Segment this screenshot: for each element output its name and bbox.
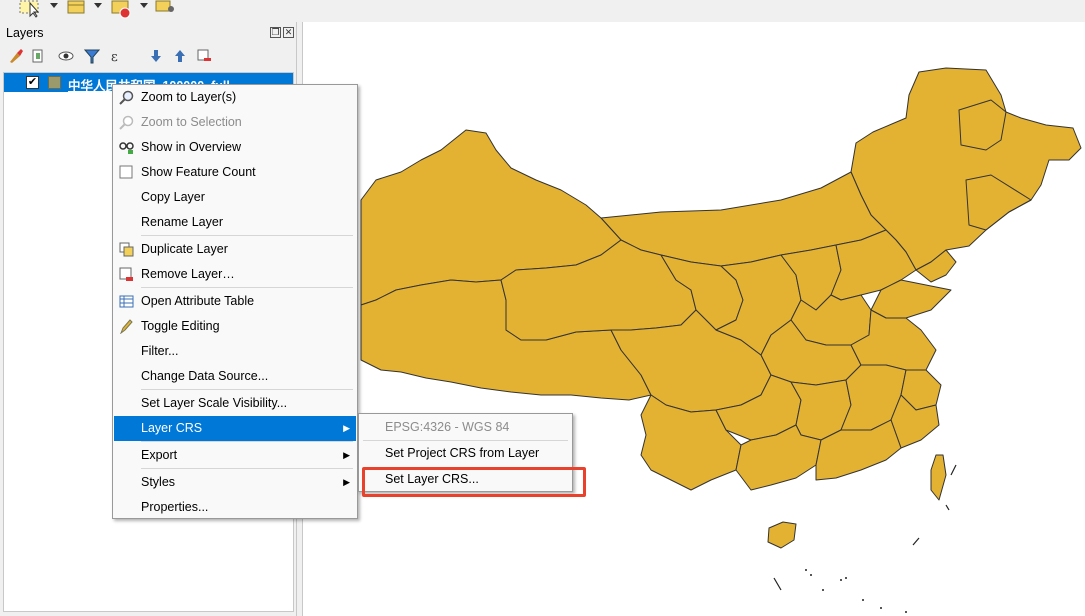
menu-separator	[141, 468, 353, 469]
menu-item-change-data-source[interactable]: Change Data Source...	[114, 364, 356, 389]
remove-icon	[119, 267, 133, 281]
menu-item-toggle-editing[interactable]: Toggle Editing	[114, 314, 356, 339]
menu-separator	[141, 287, 353, 288]
menu-separator	[141, 389, 353, 390]
chevron-right-icon: ▶	[343, 477, 350, 487]
menu-item-properties[interactable]: Properties...	[114, 495, 356, 520]
island-mark	[773, 577, 782, 591]
attribute-table-icon[interactable]	[66, 0, 88, 16]
menu-item-label: EPSG:4326 - WGS 84	[385, 420, 510, 434]
menu-item-label: Rename Layer	[141, 215, 223, 229]
menu-item-export[interactable]: Export ▶	[114, 443, 356, 468]
submenu-item-set-project-crs-from-layer[interactable]: Set Project CRS from Layer	[360, 441, 571, 466]
menu-item-label: Show Feature Count	[141, 165, 256, 179]
menu-item-label: Change Data Source...	[141, 369, 269, 383]
menu-item-label: Properties...	[141, 500, 209, 514]
pencil-icon	[120, 319, 133, 334]
menu-item-label: Copy Layer	[141, 190, 205, 204]
label-pin-icon[interactable]	[154, 0, 178, 18]
menu-item-label: Set Layer Scale Visibility...	[141, 396, 288, 410]
menu-item-rename-layer[interactable]: Rename Layer	[114, 210, 356, 235]
table-icon	[119, 295, 134, 308]
hainan	[767, 521, 797, 549]
menu-item-label: Zoom to Layer(s)	[141, 90, 237, 104]
menu-item-label: Zoom to Selection	[141, 115, 242, 129]
menu-item-label: Set Project CRS from Layer	[385, 446, 540, 460]
menu-item-show-in-overview[interactable]: Show in Overview	[114, 135, 356, 160]
south-sea-islands	[805, 569, 907, 613]
chevron-down-icon[interactable]	[50, 3, 58, 8]
menu-item-set-layer-scale-visibility[interactable]: Set Layer Scale Visibility...	[114, 391, 356, 416]
menu-separator	[141, 441, 353, 442]
menu-separator	[141, 235, 353, 236]
expand-all-icon[interactable]	[148, 48, 164, 64]
visibility-icon[interactable]	[58, 48, 74, 64]
float-panel-icon[interactable]: ❐	[270, 27, 281, 38]
layer-visibility-checkbox[interactable]: ✔	[26, 76, 39, 89]
annotation-highlight-box	[362, 467, 586, 497]
filter-legend-icon[interactable]	[84, 48, 100, 64]
style-manager-icon[interactable]	[8, 48, 24, 64]
taiwan	[930, 454, 947, 501]
island-mark	[950, 464, 957, 476]
submenu-item-current-crs: EPSG:4326 - WGS 84	[360, 415, 571, 440]
menu-item-copy-layer[interactable]: Copy Layer	[114, 185, 356, 210]
checkbox-icon[interactable]	[119, 165, 134, 180]
chevron-right-icon: ▶	[343, 450, 350, 460]
remove-layer-icon[interactable]	[196, 48, 212, 64]
menu-item-filter[interactable]: Filter...	[114, 339, 356, 364]
menu-item-label: Duplicate Layer	[141, 242, 228, 256]
layers-toolbar: ε	[8, 48, 218, 66]
island-mark	[945, 504, 950, 511]
chevron-down-icon[interactable]	[94, 3, 102, 8]
duplicate-icon	[119, 242, 134, 257]
menu-item-label: Export	[141, 448, 178, 462]
close-panel-icon[interactable]: ✕	[283, 27, 294, 38]
menu-item-label: Remove Layer…	[141, 267, 235, 281]
menu-item-label: Layer CRS	[141, 421, 203, 435]
menu-item-layer-crs[interactable]: Layer CRS ▶	[114, 416, 356, 441]
menu-item-zoom-to-selection[interactable]: Zoom to Selection	[114, 110, 356, 135]
map-canvas[interactable]	[302, 22, 1085, 616]
menu-item-label: Styles	[141, 475, 176, 489]
menu-item-show-feature-count[interactable]: Show Feature Count	[114, 160, 356, 185]
menu-item-label: Show in Overview	[141, 140, 242, 154]
zoom-selection-icon	[119, 115, 134, 130]
menu-item-duplicate-layer[interactable]: Duplicate Layer	[114, 237, 356, 262]
deselect-icon[interactable]	[110, 0, 136, 20]
overview-icon	[119, 142, 134, 154]
menu-item-zoom-to-layer[interactable]: Zoom to Layer(s)	[114, 85, 356, 110]
menu-item-label: Filter...	[141, 344, 179, 358]
menu-item-remove-layer[interactable]: Remove Layer…	[114, 262, 356, 287]
menu-item-styles[interactable]: Styles ▶	[114, 470, 356, 495]
island-mark	[912, 537, 920, 546]
filter-expression-icon[interactable]: ε	[110, 48, 126, 64]
layer-symbol-swatch[interactable]	[48, 76, 61, 89]
china-map	[360, 67, 1082, 613]
collapse-all-icon[interactable]	[172, 48, 188, 64]
svg-text:ε: ε	[111, 50, 118, 64]
chevron-down-icon[interactable]	[140, 3, 148, 8]
main-toolbar	[0, 0, 1085, 22]
menu-item-label: Toggle Editing	[141, 319, 220, 333]
add-group-icon[interactable]	[30, 48, 46, 64]
panel-title: Layers	[6, 26, 44, 40]
layer-context-menu: Zoom to Layer(s) Zoom to Selection Show …	[112, 84, 358, 519]
chevron-right-icon: ▶	[343, 423, 350, 433]
menu-item-open-attribute-table[interactable]: Open Attribute Table	[114, 289, 356, 314]
menu-item-label: Open Attribute Table	[141, 294, 255, 308]
select-features-icon[interactable]	[18, 0, 46, 18]
zoom-layer-icon	[119, 90, 134, 105]
